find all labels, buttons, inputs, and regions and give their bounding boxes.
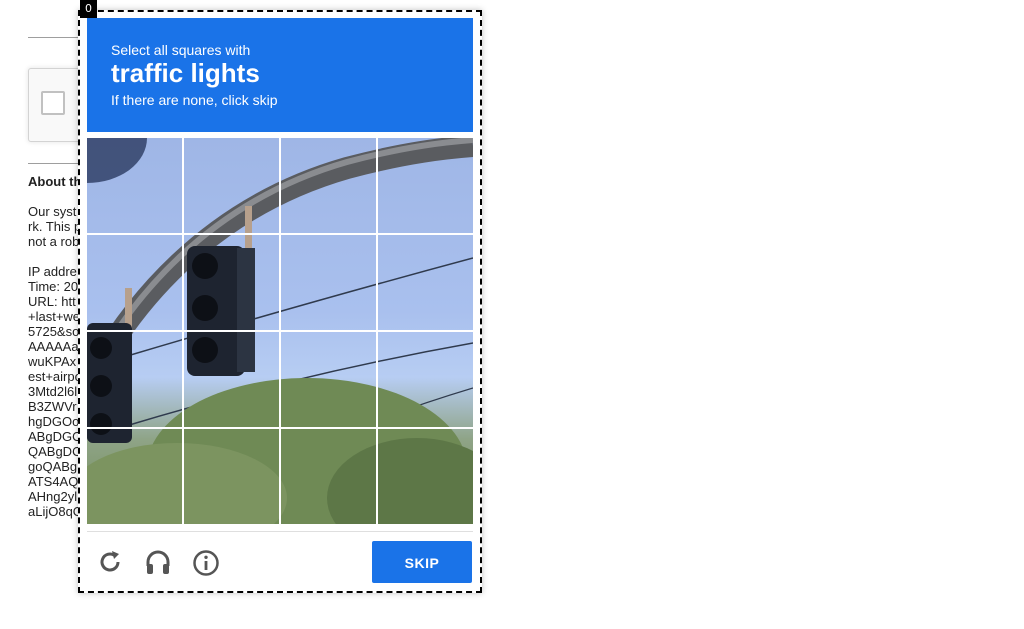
about-heading: About th xyxy=(28,174,82,189)
request-details-line: ABgDGO xyxy=(28,429,83,444)
grid-tile-r2c4[interactable] xyxy=(378,235,473,330)
info-icon xyxy=(193,550,219,576)
instruction-hint: If there are none, click skip xyxy=(111,92,278,108)
request-details-line: wuKPAx xyxy=(28,354,77,369)
request-details-line: 5725&so xyxy=(28,324,80,339)
recaptcha-checkbox[interactable] xyxy=(41,91,65,115)
request-details-line: +last+we xyxy=(28,309,81,324)
audio-headphones-icon xyxy=(146,550,170,574)
grid-tile-r1c3[interactable] xyxy=(281,138,376,233)
challenge-header: Select all squares with traffic lights I… xyxy=(87,18,473,132)
about-paragraph-line: Our syst xyxy=(28,204,77,219)
grid-tile-r3c4[interactable] xyxy=(378,332,473,427)
grid-tile-r4c3[interactable] xyxy=(281,429,376,524)
request-details-line: B3ZWVr xyxy=(28,399,77,414)
audio-challenge-button[interactable] xyxy=(142,546,174,578)
grid-tile-r2c3[interactable] xyxy=(281,235,376,330)
skip-button[interactable]: SKIP xyxy=(372,541,472,583)
grid-tile-r1c2[interactable] xyxy=(184,138,279,233)
request-details-line: QABgDO xyxy=(28,444,83,459)
image-grid xyxy=(87,138,473,524)
request-details-line: goQABg xyxy=(28,459,78,474)
grid-tile-r2c1[interactable] xyxy=(87,235,182,330)
grid-tile-r3c2[interactable] xyxy=(184,332,279,427)
request-details-line: IP addre xyxy=(28,264,77,279)
about-paragraph-line: rk. This p xyxy=(28,219,82,234)
request-details-line: hgDGOo xyxy=(28,414,80,429)
frame-index-label: 0 xyxy=(80,0,97,18)
grid-tile-r4c2[interactable] xyxy=(184,429,279,524)
request-details-line: Time: 20 xyxy=(28,279,79,294)
grid-tile-r3c3[interactable] xyxy=(281,332,376,427)
grid-tile-r1c1[interactable] xyxy=(87,138,182,233)
request-details-line: AHng2yl xyxy=(28,489,78,504)
request-details-line: ATS4AQ xyxy=(28,474,79,489)
grid-tile-r1c4[interactable] xyxy=(378,138,473,233)
request-details-line: aLijO8qO xyxy=(28,504,83,519)
request-details-line: URL: htt xyxy=(28,294,76,309)
info-button[interactable] xyxy=(190,546,222,578)
about-paragraph-line: not a rob xyxy=(28,234,80,249)
request-details-line: AAAAAa xyxy=(28,339,79,354)
reload-icon xyxy=(100,551,120,572)
grid-tile-r4c1[interactable] xyxy=(87,429,182,524)
grid-tile-r2c2[interactable] xyxy=(184,235,279,330)
instruction-prefix: Select all squares with xyxy=(111,42,251,58)
request-details-line: est+airpo xyxy=(28,369,82,384)
grid-tile-r4c4[interactable] xyxy=(378,429,473,524)
footer-divider xyxy=(87,531,473,532)
request-details-line: 3Mtd2l6l xyxy=(28,384,78,399)
grid-tile-r3c1[interactable] xyxy=(87,332,182,427)
target-object-label: traffic lights xyxy=(111,58,260,88)
reload-button[interactable] xyxy=(94,546,126,578)
